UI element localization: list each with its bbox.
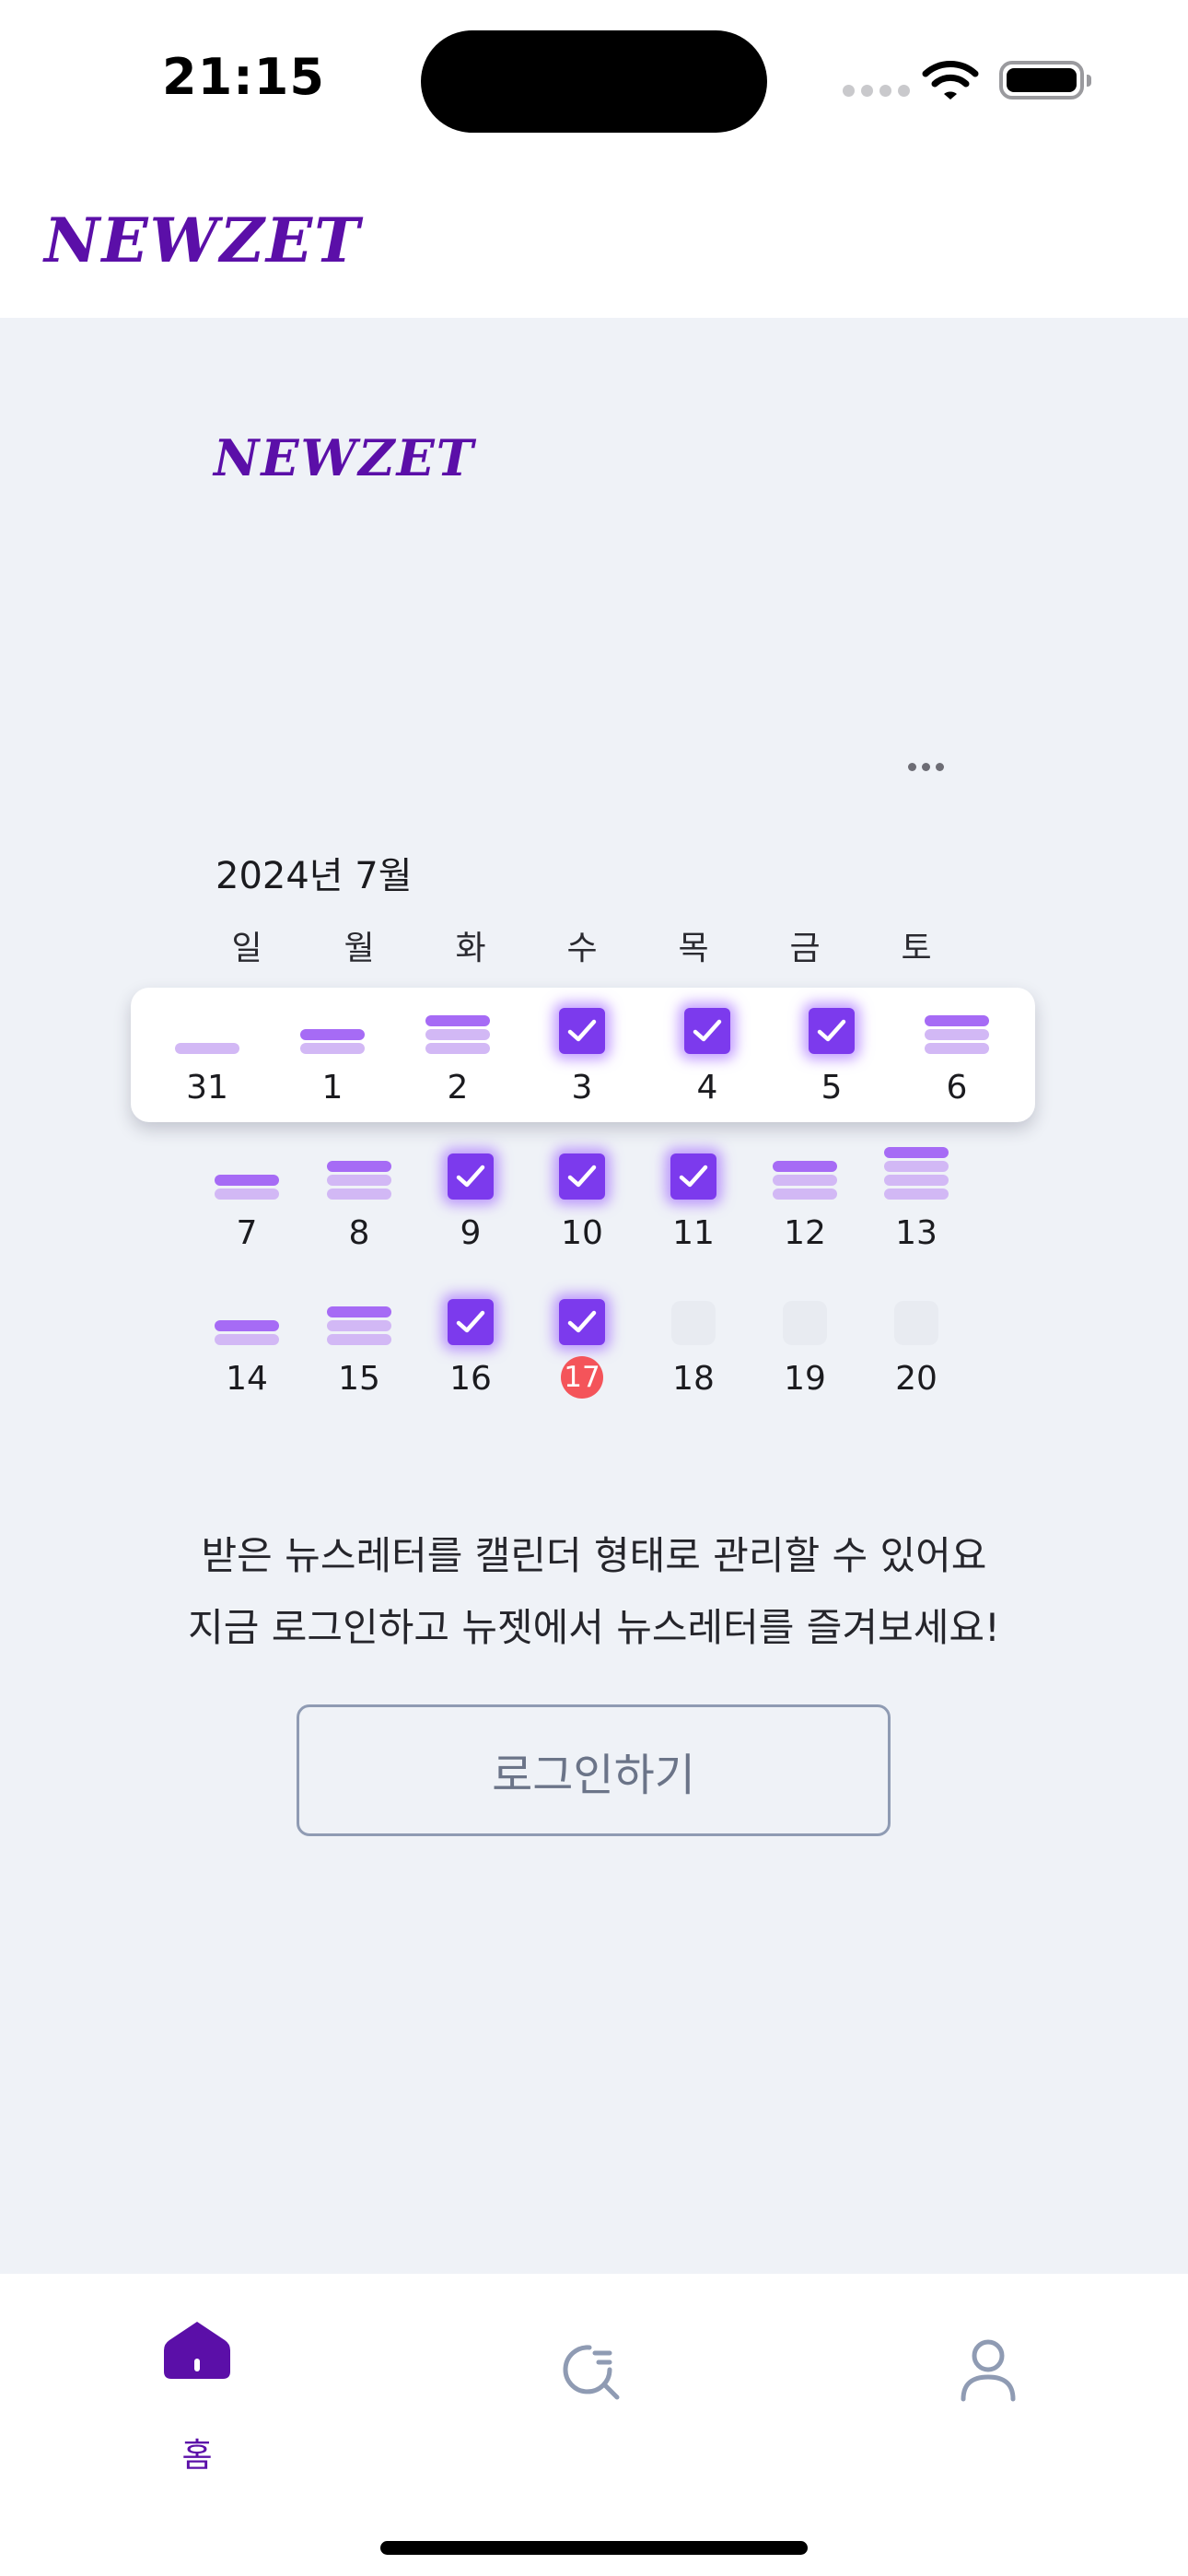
tab-profile[interactable] bbox=[960, 2338, 1017, 2406]
read-check-icon bbox=[559, 1299, 605, 1345]
newsletter-bar bbox=[425, 1029, 490, 1040]
calendar-month-label: 2024년 7월 bbox=[215, 855, 413, 897]
home-indicator bbox=[380, 2541, 808, 2555]
weekday-label: 월 bbox=[344, 930, 375, 967]
day-number: 10 bbox=[561, 1214, 603, 1252]
day-number: 31 bbox=[186, 1069, 228, 1107]
newsletter-bar bbox=[925, 1043, 989, 1054]
calendar-logo: NEWZET bbox=[214, 428, 475, 487]
day-number: 20 bbox=[895, 1360, 938, 1398]
day-number: 18 bbox=[672, 1360, 715, 1398]
weekday-label: 목 bbox=[678, 930, 709, 967]
day-number: 16 bbox=[449, 1360, 492, 1398]
read-check-icon bbox=[448, 1299, 494, 1345]
newsletter-bar bbox=[215, 1334, 279, 1345]
newsletter-bar bbox=[425, 1043, 490, 1054]
cellular-signal-icon bbox=[843, 85, 910, 97]
today-badge: 17 bbox=[561, 1356, 603, 1399]
tab-search[interactable] bbox=[562, 2342, 626, 2410]
newsletter-bar bbox=[300, 1029, 365, 1040]
read-check-icon bbox=[684, 1008, 730, 1054]
newsletter-bar bbox=[884, 1175, 949, 1186]
dynamic-island bbox=[421, 30, 767, 133]
day-number: 8 bbox=[348, 1214, 370, 1252]
newsletter-bar bbox=[327, 1175, 391, 1186]
battery-icon bbox=[999, 61, 1091, 100]
read-check-icon bbox=[559, 1153, 605, 1200]
newsletter-bar bbox=[215, 1188, 279, 1200]
newsletter-bar bbox=[300, 1043, 365, 1054]
day-number: 13 bbox=[895, 1214, 938, 1252]
newsletter-bar bbox=[425, 1015, 490, 1026]
weekday-label: 화 bbox=[455, 930, 486, 967]
day-number: 9 bbox=[460, 1214, 482, 1252]
newsletter-bar bbox=[884, 1147, 949, 1158]
day-number: 1 bbox=[321, 1069, 344, 1107]
day-number: 7 bbox=[236, 1214, 258, 1252]
newsletter-bar bbox=[327, 1334, 391, 1345]
more-options-icon[interactable] bbox=[908, 763, 944, 771]
app-header: NEWZET bbox=[0, 157, 1188, 318]
description-line-1: 받은 뉴스레터를 캘린더 형태로 관리할 수 있어요 bbox=[201, 1533, 987, 1578]
read-check-icon bbox=[670, 1153, 716, 1200]
wifi-icon bbox=[922, 61, 979, 100]
weekday-label: 수 bbox=[566, 930, 598, 967]
newsletter-bar bbox=[884, 1161, 949, 1172]
main-content bbox=[0, 318, 1188, 2274]
empty-day-placeholder bbox=[783, 1301, 827, 1345]
day-number: 6 bbox=[946, 1069, 968, 1107]
day-number: 19 bbox=[784, 1360, 826, 1398]
newsletter-bar bbox=[327, 1306, 391, 1317]
day-number: 3 bbox=[571, 1069, 593, 1107]
read-check-icon bbox=[559, 1008, 605, 1054]
app-logo: NEWZET bbox=[44, 205, 362, 276]
description-line-2: 지금 로그인하고 뉴젯에서 뉴스레터를 즐겨보세요! bbox=[188, 1605, 1000, 1650]
day-number: 4 bbox=[696, 1069, 718, 1107]
empty-day-placeholder bbox=[894, 1301, 938, 1345]
day-number: 15 bbox=[338, 1360, 380, 1398]
search-icon bbox=[563, 2345, 620, 2400]
newsletter-bar bbox=[925, 1029, 989, 1040]
login-button[interactable]: 로그인하기 bbox=[297, 1704, 891, 1836]
profile-icon bbox=[961, 2339, 1016, 2402]
tab-home-label: 홈 bbox=[181, 2437, 213, 2475]
day-number: 14 bbox=[226, 1360, 268, 1398]
newsletter-bar bbox=[215, 1175, 279, 1186]
newsletter-bar bbox=[327, 1161, 391, 1172]
status-time: 21:15 bbox=[162, 48, 325, 106]
day-number: 12 bbox=[784, 1214, 826, 1252]
newsletter-bar bbox=[327, 1188, 391, 1200]
weekday-label: 토 bbox=[901, 930, 932, 967]
newsletter-bar bbox=[773, 1175, 837, 1186]
newsletter-bar bbox=[215, 1320, 279, 1331]
newsletter-bar bbox=[327, 1320, 391, 1331]
newsletter-bar bbox=[773, 1188, 837, 1200]
day-number: 5 bbox=[821, 1069, 843, 1107]
newsletter-bar bbox=[175, 1043, 239, 1054]
status-bar: 21:15 bbox=[0, 0, 1188, 157]
day-number: 17 bbox=[531, 1356, 633, 1399]
read-check-icon bbox=[809, 1008, 855, 1054]
weekday-label: 금 bbox=[789, 930, 821, 967]
day-number: 2 bbox=[447, 1069, 469, 1107]
newsletter-bar bbox=[884, 1188, 949, 1200]
newsletter-bar bbox=[773, 1161, 837, 1172]
day-number: 11 bbox=[672, 1214, 715, 1252]
newsletter-bar bbox=[925, 1015, 989, 1026]
home-icon bbox=[164, 2322, 230, 2379]
tab-bar: 홈 bbox=[0, 2274, 1188, 2576]
read-check-icon bbox=[448, 1153, 494, 1200]
weekday-label: 일 bbox=[231, 930, 262, 967]
empty-day-placeholder bbox=[671, 1301, 716, 1345]
